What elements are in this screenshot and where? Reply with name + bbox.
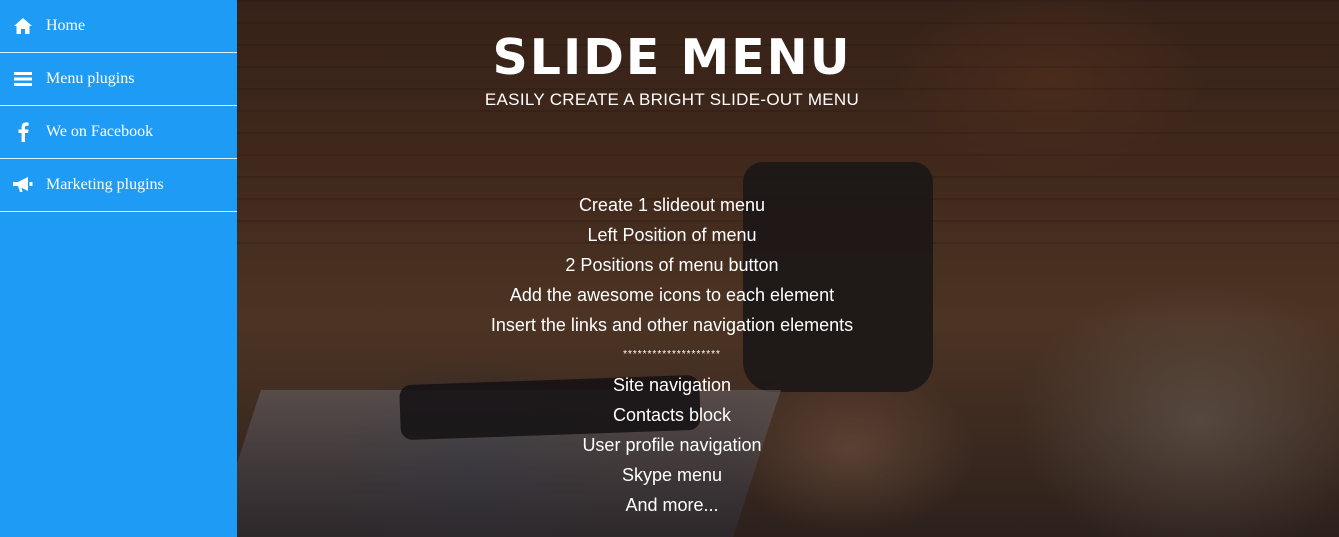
facebook-icon [12, 122, 34, 142]
feature-list: Create 1 slideout menu Left Position of … [237, 190, 1107, 520]
sidebar-item-menu-plugins[interactable]: Menu plugins [0, 53, 237, 106]
sidebar-item-home[interactable]: Home [0, 0, 237, 53]
separator: ******************** [623, 349, 721, 360]
page: Home Menu plugins We on Facebook Marketi… [0, 0, 1339, 537]
sidebar-item-marketing-plugins[interactable]: Marketing plugins [0, 159, 237, 212]
list-item: Skype menu [621, 465, 723, 485]
list-item: Add the awesome icons to each element [509, 285, 835, 305]
hero-content: SLIDE MENU EASILY CREATE A BRIGHT SLIDE-… [237, 0, 1107, 537]
list-item: Site navigation [612, 375, 732, 395]
sidebar-item-label: We on Facebook [46, 123, 154, 140]
list-item: User profile navigation [582, 435, 762, 455]
sidebar-item-label: Home [46, 17, 86, 34]
sidebar-item-label: Menu plugins [46, 70, 135, 87]
list-item: Contacts block [612, 405, 732, 425]
page-title: SLIDE MENU [492, 29, 852, 86]
list-item: And more... [625, 495, 719, 515]
list-item: Create 1 slideout menu [578, 195, 766, 215]
menu-icon [12, 71, 34, 87]
list-item: 2 Positions of menu button [565, 255, 779, 275]
page-subtitle: EASILY CREATE A BRIGHT SLIDE-OUT MENU [484, 90, 860, 109]
home-icon [12, 17, 34, 35]
sidebar-item-label: Marketing plugins [46, 176, 164, 193]
list-item: Insert the links and other navigation el… [490, 315, 854, 335]
megaphone-icon [12, 176, 34, 194]
list-item: Left Position of menu [587, 225, 757, 245]
slide-menu-sidebar: Home Menu plugins We on Facebook Marketi… [0, 0, 237, 537]
sidebar-item-facebook[interactable]: We on Facebook [0, 106, 237, 159]
